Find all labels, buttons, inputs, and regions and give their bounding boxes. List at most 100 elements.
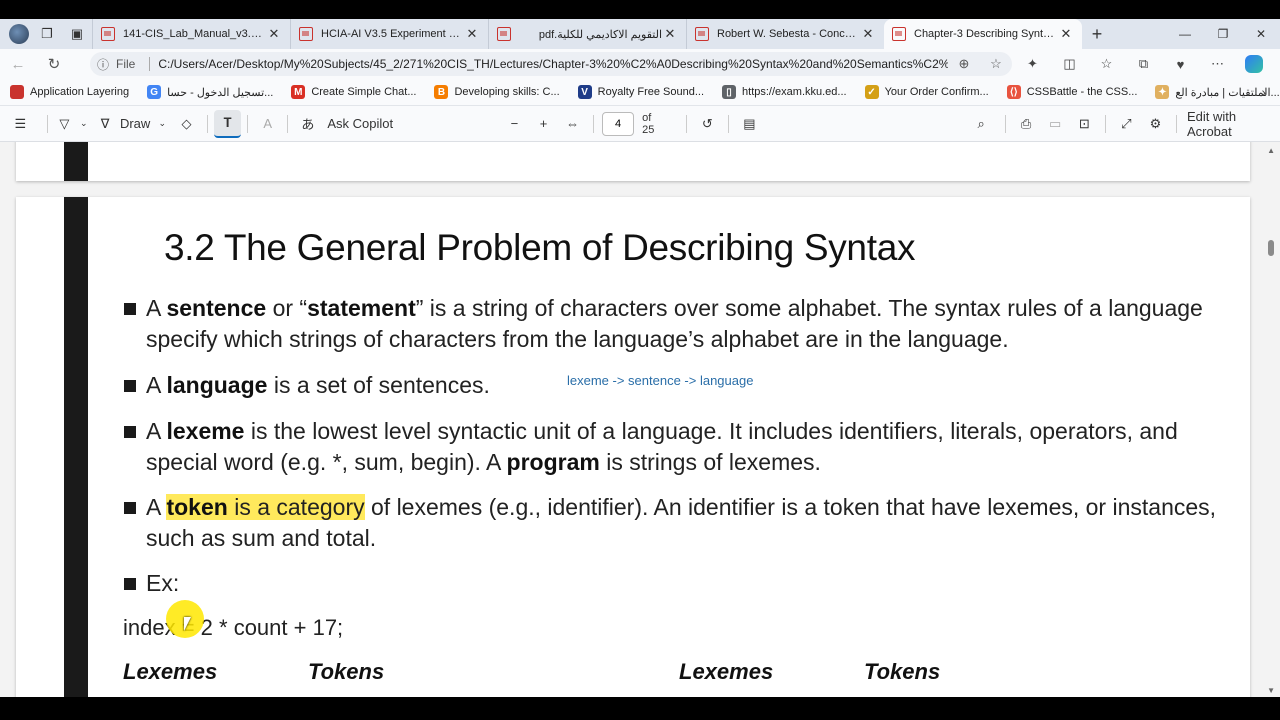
- pdf-document-area[interactable]: 3.2 The General Problem of Describing Sy…: [0, 142, 1280, 697]
- save-icon[interactable]: ▭: [1041, 110, 1070, 138]
- scrollbar-thumb[interactable]: [1268, 240, 1274, 256]
- tab-title: التقويم الاكاديمي للكلية.pdf: [538, 28, 662, 41]
- search-icon[interactable]: ⌕: [964, 110, 999, 138]
- bookmark-label: تسجيل الدخول - حسا...: [167, 86, 274, 99]
- browser-window: ❐ ▣ 141-CIS_Lab_Manual_v3.pdf ✕ HCIA-AI …: [0, 19, 1280, 697]
- bookmark-item[interactable]: ▯ https://exam.kku.ed...: [722, 85, 847, 99]
- lexemes-header: Lexemes: [123, 659, 218, 684]
- contents-icon[interactable]: ☰: [0, 110, 41, 138]
- edit-with-acrobat-button[interactable]: Edit with Acrobat: [1183, 109, 1280, 139]
- copilot-icon[interactable]: [1245, 55, 1263, 73]
- tab-1[interactable]: HCIA-AI V3.5 Experiment Guide ✕: [290, 19, 488, 49]
- fit-width-icon[interactable]: ⇔: [558, 110, 587, 138]
- google-icon: G: [147, 85, 162, 99]
- info-icon[interactable]: ⓘ: [90, 56, 116, 73]
- favorites-icon[interactable]: ☆: [1088, 51, 1125, 77]
- m-icon: M: [291, 85, 306, 99]
- ask-copilot-button[interactable]: Ask Copilot: [321, 110, 399, 138]
- tab-title: Robert W. Sebesta - Concepts of: [717, 28, 860, 40]
- tab-2[interactable]: التقويم الاكاديمي للكلية.pdf ✕: [488, 19, 686, 49]
- address-bar: ← ↻ ⓘ File C:/Users/Acer/Desktop/My%20Su…: [0, 49, 1280, 79]
- back-icon[interactable]: ←: [0, 50, 36, 78]
- print-icon[interactable]: ⎙: [1012, 110, 1041, 138]
- more-menu-icon[interactable]: ⋯: [1199, 51, 1236, 77]
- save-as-icon[interactable]: ⊡: [1070, 110, 1099, 138]
- chevron-down-icon[interactable]: ⌄: [153, 110, 172, 138]
- page-view-icon[interactable]: ▤: [735, 110, 764, 138]
- profile-avatar[interactable]: [6, 23, 32, 45]
- bookmark-item[interactable]: V Royalty Free Sound...: [577, 85, 705, 99]
- read-aloud-icon[interactable]: A: [254, 110, 281, 138]
- workspaces-icon[interactable]: ❐: [32, 21, 62, 47]
- favorite-star-icon[interactable]: ☆: [980, 56, 1012, 72]
- check-icon: ✓: [864, 85, 879, 99]
- bookmark-label: Create Simple Chat...: [311, 86, 417, 98]
- close-icon[interactable]: ✕: [860, 26, 876, 42]
- pdf-toolbar: ☰ ▽ ⌄ ∇ Draw ⌄ ◇ 𝐓 A あ Ask Copilot − + ⇔…: [0, 106, 1280, 142]
- page-number-input[interactable]: [602, 111, 635, 136]
- bookmark-label: CSSBattle - the CSS...: [1026, 86, 1138, 98]
- vertical-tabs-icon[interactable]: ▣: [62, 21, 92, 47]
- bookmark-item[interactable]: Application Layering: [10, 85, 129, 99]
- mouse-cursor-icon: [184, 617, 198, 631]
- scroll-down-icon[interactable]: ▼: [1267, 686, 1275, 695]
- zoom-in-icon[interactable]: +: [529, 110, 558, 138]
- split-screen-icon[interactable]: ◫: [1051, 51, 1088, 77]
- tokens-header: Tokens: [308, 659, 385, 684]
- tab-title: 141-CIS_Lab_Manual_v3.pdf: [123, 28, 266, 40]
- draw-icon[interactable]: ∇: [92, 110, 117, 138]
- highlight-icon[interactable]: ▽: [54, 110, 75, 138]
- zoom-out-icon[interactable]: −: [500, 110, 529, 138]
- restore-icon[interactable]: ❐: [1204, 19, 1242, 49]
- tab-3[interactable]: Robert W. Sebesta - Concepts of ✕: [686, 19, 884, 49]
- close-window-icon[interactable]: ✕: [1242, 19, 1280, 49]
- close-icon[interactable]: ✕: [662, 26, 678, 42]
- url-text[interactable]: C:/Users/Acer/Desktop/My%20Subjects/45_2…: [158, 57, 948, 71]
- chevron-down-icon[interactable]: ⌄: [75, 110, 92, 138]
- erase-icon[interactable]: ◇: [172, 110, 201, 138]
- translate-icon[interactable]: あ: [294, 110, 321, 138]
- scheme-label: File: [116, 57, 136, 71]
- minimize-icon[interactable]: —: [1166, 19, 1204, 49]
- example-code: index = 2 * count + 17;: [123, 615, 344, 640]
- bookmark-label: https://exam.kku.ed...: [742, 86, 847, 98]
- new-tab-icon[interactable]: +: [1082, 24, 1112, 45]
- pdf-icon: [101, 27, 115, 41]
- draw-label[interactable]: Draw: [118, 110, 153, 138]
- css-icon: ⟨⟩: [1006, 85, 1021, 99]
- bookmark-item[interactable]: B Developing skills: C...: [434, 85, 560, 99]
- pdf-icon: [299, 27, 313, 41]
- v-icon: V: [577, 85, 592, 99]
- highlight: token is a category: [166, 494, 365, 520]
- bookmark-label: Developing skills: C...: [454, 86, 560, 98]
- collections-icon[interactable]: ⧉: [1125, 51, 1162, 77]
- fullscreen-icon[interactable]: ⤢: [1112, 110, 1141, 138]
- pdf-page-current: 3.2 The General Problem of Describing Sy…: [16, 197, 1250, 697]
- scroll-up-icon[interactable]: ▲: [1267, 146, 1275, 155]
- tab-4-active[interactable]: Chapter-3 Describing Syntax and ✕: [884, 19, 1082, 49]
- browser-essentials-icon[interactable]: ♥: [1162, 51, 1199, 77]
- bookmark-item[interactable]: G تسجيل الدخول - حسا...: [147, 85, 273, 99]
- pdf-icon: [497, 27, 511, 41]
- chevron-right-icon[interactable]: ›: [1261, 84, 1266, 100]
- tab-title: HCIA-AI V3.5 Experiment Guide: [321, 28, 464, 40]
- bookmark-item[interactable]: M Create Simple Chat...: [291, 85, 416, 99]
- settings-gear-icon[interactable]: ⚙: [1141, 110, 1170, 138]
- rotate-icon[interactable]: ↺: [693, 110, 722, 138]
- tokens-header: Tokens: [864, 659, 941, 684]
- omnibox[interactable]: ⓘ File C:/Users/Acer/Desktop/My%20Subjec…: [90, 52, 1012, 76]
- zoom-icon[interactable]: ⊕: [948, 56, 980, 72]
- refresh-icon[interactable]: ↻: [36, 50, 72, 78]
- text-select-icon[interactable]: 𝐓: [214, 109, 242, 138]
- tab-0[interactable]: 141-CIS_Lab_Manual_v3.pdf ✕: [92, 19, 290, 49]
- bookmarks-bar: Application Layering G تسجيل الدخول - حسا.…: [0, 79, 1280, 106]
- close-icon[interactable]: ✕: [1058, 26, 1074, 42]
- bookmark-item[interactable]: ✓ Your Order Confirm...: [864, 85, 989, 99]
- close-icon[interactable]: ✕: [464, 26, 480, 42]
- bookmark-label: Royalty Free Sound...: [597, 86, 705, 98]
- extensions-icon[interactable]: ✦: [1014, 51, 1051, 77]
- bookmark-item[interactable]: ⟨⟩ CSSBattle - the CSS...: [1006, 85, 1138, 99]
- bookmark-label: Application Layering: [30, 86, 130, 98]
- scrollbar[interactable]: ▲ ▼: [1262, 142, 1280, 697]
- close-icon[interactable]: ✕: [266, 26, 282, 42]
